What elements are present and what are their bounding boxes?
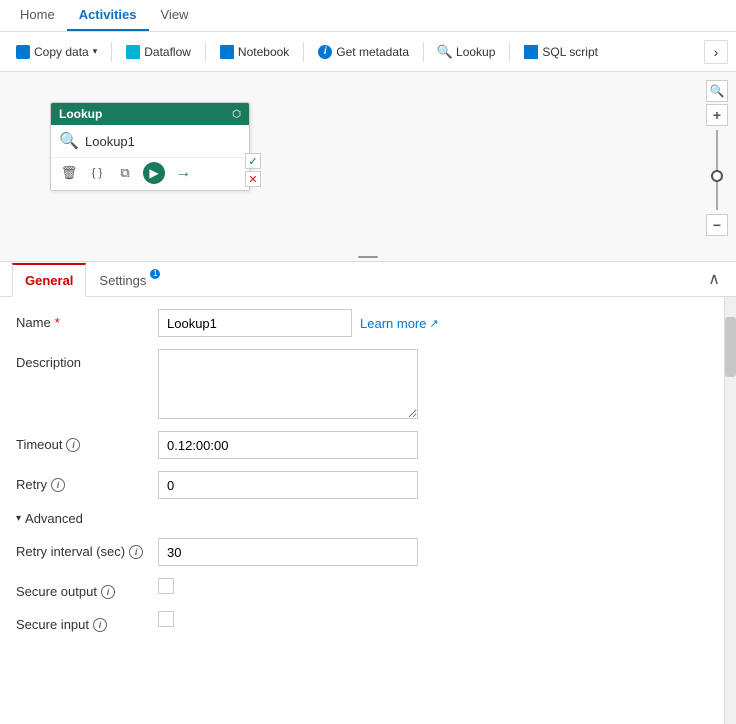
copy-data-dropdown-icon: ▾	[93, 46, 98, 57]
node-status-indicators: ✓ ✕	[245, 153, 261, 187]
zoom-controls: 🔍 + −	[706, 80, 728, 236]
params-action-icon[interactable]: { }	[87, 163, 107, 183]
notebook-icon	[220, 45, 234, 59]
run-action-button[interactable]: ▶	[143, 162, 165, 184]
notebook-button[interactable]: Notebook	[212, 41, 297, 63]
error-status-icon: ✕	[245, 171, 261, 187]
toolbar-divider-2	[205, 42, 206, 62]
secure-output-label: Secure output i	[16, 578, 146, 599]
timeout-label: Timeout i	[16, 431, 146, 452]
lookup-node-body: 🔍 Lookup1	[51, 125, 249, 157]
pipeline-canvas: Lookup ⬡ 🔍 Lookup1 🗑 { } ⧉ ▶ → ✓ ✕ 🔍 + −	[0, 72, 736, 262]
name-input-row: Learn more ↗	[158, 309, 439, 337]
tab-settings[interactable]: Settings 1	[86, 264, 159, 297]
secure-input-form-row: Secure input i	[16, 611, 708, 632]
toolbar-divider-1	[111, 42, 112, 62]
retry-interval-info-icon[interactable]: i	[129, 545, 143, 559]
node-resize-icon: ⬡	[232, 109, 241, 120]
secure-output-form-row: Secure output i	[16, 578, 708, 599]
toolbar-divider-4	[423, 42, 424, 62]
retry-form-row: Retry i	[16, 471, 708, 499]
dataflow-button[interactable]: Dataflow	[118, 41, 199, 63]
timeout-input[interactable]	[158, 431, 418, 459]
copy-data-icon	[16, 45, 30, 59]
tab-home[interactable]: Home	[8, 0, 67, 31]
advanced-toggle[interactable]: ▾ Advanced	[16, 511, 708, 526]
lookup-body-icon: 🔍	[59, 131, 79, 151]
connect-action-icon[interactable]: →	[173, 163, 193, 183]
secure-output-checkbox[interactable]	[158, 578, 174, 594]
toolbar-divider-5	[509, 42, 510, 62]
copy-action-icon[interactable]: ⧉	[115, 163, 135, 183]
toolbar-divider-3	[303, 42, 304, 62]
lookup-node-header: Lookup ⬡	[51, 103, 249, 125]
retry-label: Retry i	[16, 471, 146, 492]
name-form-row: Name * Learn more ↗	[16, 309, 708, 337]
lookup-node[interactable]: Lookup ⬡ 🔍 Lookup1 🗑 { } ⧉ ▶ → ✓ ✕	[50, 102, 250, 191]
secure-input-info-icon[interactable]: i	[93, 618, 107, 632]
external-link-icon: ↗	[429, 317, 438, 330]
toolbar-more-button[interactable]: ›	[704, 40, 728, 64]
activity-toolbar: Copy data ▾ Dataflow Notebook i Get meta…	[0, 32, 736, 72]
general-tab-content: Name * Learn more ↗ Description	[0, 297, 724, 724]
retry-input[interactable]	[158, 471, 418, 499]
zoom-slider-track	[716, 130, 718, 210]
sql-script-button[interactable]: SQL script	[516, 41, 606, 63]
lookup-toolbar-icon: 🔍	[438, 45, 452, 59]
zoom-in-button[interactable]: +	[706, 104, 728, 126]
tab-activities[interactable]: Activities	[67, 0, 149, 31]
description-label: Description	[16, 349, 146, 370]
learn-more-link[interactable]: Learn more ↗	[360, 316, 439, 331]
properties-panel: General Settings 1 ∧ Name * Learn more ↗	[0, 262, 736, 724]
retry-interval-form-row: Retry interval (sec) i	[16, 538, 708, 566]
zoom-out-button[interactable]: −	[706, 214, 728, 236]
description-input[interactable]	[158, 349, 418, 419]
retry-info-icon[interactable]: i	[51, 478, 65, 492]
tab-view[interactable]: View	[149, 0, 201, 31]
get-metadata-button[interactable]: i Get metadata	[310, 41, 417, 63]
name-input[interactable]	[158, 309, 352, 337]
get-metadata-icon: i	[318, 45, 332, 59]
settings-tab-badge: 1	[150, 269, 160, 279]
lookup-node-label: Lookup1	[85, 134, 135, 149]
collapse-line	[358, 256, 378, 258]
dataflow-icon	[126, 45, 140, 59]
retry-interval-label: Retry interval (sec) i	[16, 538, 146, 559]
timeout-form-row: Timeout i	[16, 431, 708, 459]
lookup-node-actions: 🗑 { } ⧉ ▶ →	[51, 157, 249, 190]
secure-input-label: Secure input i	[16, 611, 146, 632]
canvas-search-button[interactable]: 🔍	[706, 80, 728, 102]
panel-collapse-button[interactable]: ∧	[704, 265, 724, 293]
timeout-info-icon[interactable]: i	[66, 438, 80, 452]
delete-action-icon[interactable]: 🗑	[59, 163, 79, 183]
sql-script-icon	[524, 45, 538, 59]
name-label: Name *	[16, 309, 146, 330]
success-status-icon: ✓	[245, 153, 261, 169]
copy-data-button[interactable]: Copy data ▾	[8, 41, 105, 63]
panel-body: Name * Learn more ↗ Description	[0, 297, 736, 724]
lookup-toolbar-button[interactable]: 🔍 Lookup	[430, 41, 503, 63]
panel-collapse-handle[interactable]	[353, 253, 383, 261]
secure-input-checkbox[interactable]	[158, 611, 174, 627]
top-navigation: Home Activities View	[0, 0, 736, 32]
name-required-star: *	[55, 315, 60, 330]
retry-interval-input[interactable]	[158, 538, 418, 566]
panel-scrollbar[interactable]	[724, 297, 736, 724]
panel-tabs-bar: General Settings 1 ∧	[0, 262, 736, 297]
tab-general[interactable]: General	[12, 263, 86, 297]
description-form-row: Description	[16, 349, 708, 419]
secure-output-info-icon[interactable]: i	[101, 585, 115, 599]
panel-scrollbar-thumb[interactable]	[725, 317, 736, 377]
advanced-chevron-icon: ▾	[16, 513, 21, 524]
zoom-slider-thumb[interactable]	[711, 170, 723, 182]
